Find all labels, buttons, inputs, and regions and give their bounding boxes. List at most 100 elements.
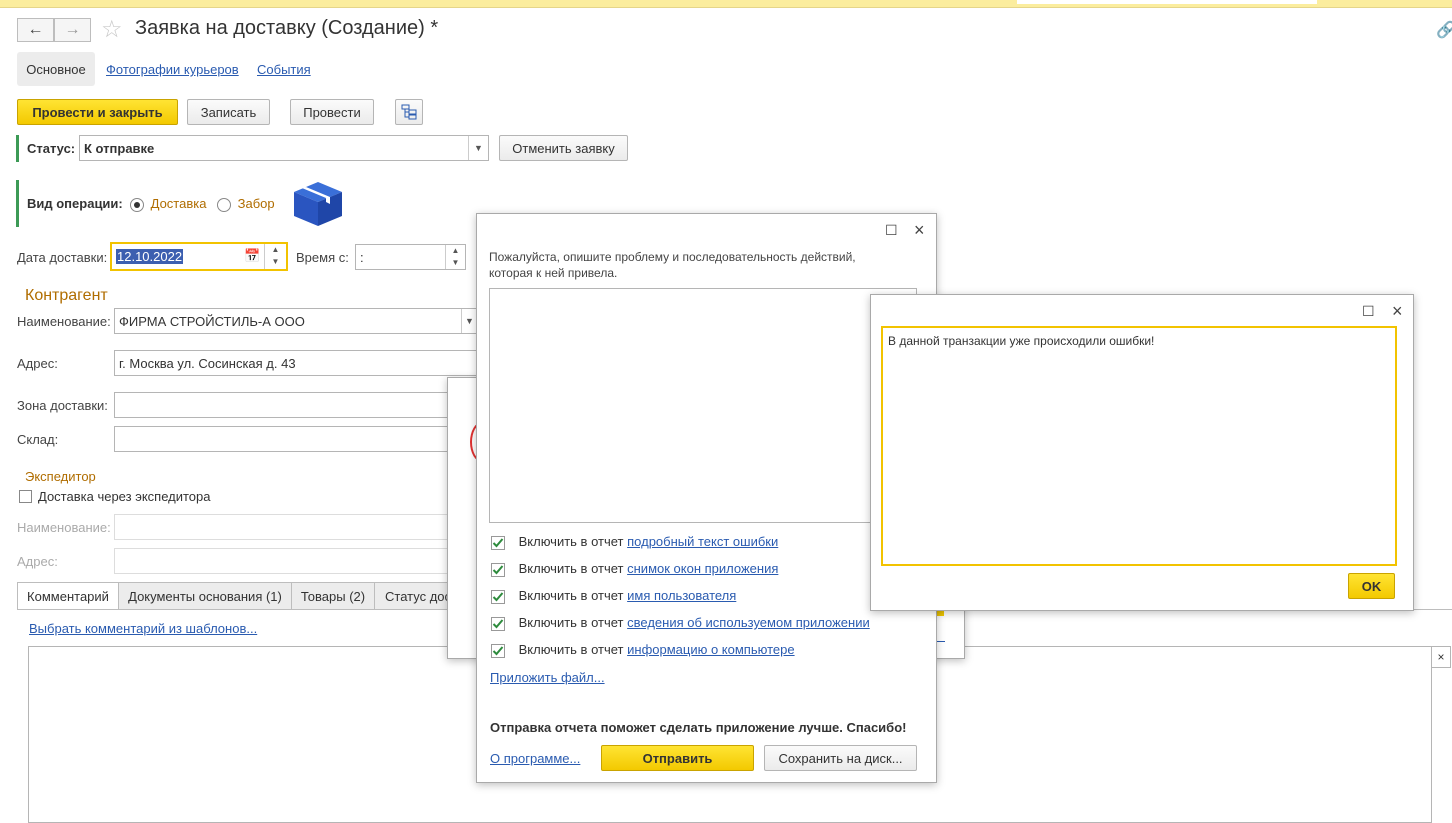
computer-info-link[interactable]: информацию о компьютере xyxy=(627,642,794,657)
time-spinner[interactable]: ▲ ▼ xyxy=(445,245,465,269)
forwarder-section: Экспедитор xyxy=(25,469,96,484)
warehouse-label: Склад: xyxy=(17,432,59,447)
error-text-link[interactable]: подробный текст ошибки xyxy=(627,534,778,549)
include-prefix: Включить в отчет xyxy=(518,534,624,549)
tab-main[interactable]: Основное xyxy=(17,52,95,86)
top-strip xyxy=(0,0,1452,8)
include-screenshot[interactable]: Включить в отчет снимок окон приложения xyxy=(491,561,778,577)
time-from-value: : xyxy=(360,249,364,265)
address-label: Адрес: xyxy=(17,356,58,371)
report-problem-textarea[interactable] xyxy=(489,288,917,523)
calendar-icon[interactable]: 📅 xyxy=(244,248,260,264)
checkmark-icon[interactable] xyxy=(491,616,505,631)
include-prefix: Включить в отчет xyxy=(518,642,624,657)
include-prefix: Включить в отчет xyxy=(518,588,624,603)
error-report-dialog: ☐ × Пожалуйста, опишите проблему и после… xyxy=(476,213,937,783)
arrow-left-icon: ← xyxy=(27,21,44,38)
checkmark-icon[interactable] xyxy=(491,535,505,550)
radio-off-icon[interactable] xyxy=(217,197,231,212)
report-thanks-text: Отправка отчета поможет сделать приложен… xyxy=(490,720,907,735)
time-from-field[interactable]: : ▲ ▼ xyxy=(355,244,466,270)
forwarder-name-label: Наименование: xyxy=(17,520,111,535)
cancel-request-button[interactable]: Отменить заявку xyxy=(499,135,628,161)
attach-file-link[interactable]: Приложить файл... xyxy=(490,670,605,685)
clear-comment-button[interactable]: × xyxy=(1431,646,1451,668)
include-username[interactable]: Включить в отчет имя пользователя xyxy=(491,588,736,604)
address-value: г. Москва ул. Сосинская д. 43 xyxy=(119,355,296,371)
error-message-textarea[interactable]: В данной транзакции уже происходили ошиб… xyxy=(881,326,1397,566)
back-button[interactable]: ← xyxy=(17,18,54,42)
favorite-star-icon[interactable]: ☆ xyxy=(101,15,123,44)
save-button[interactable]: Записать xyxy=(187,99,270,125)
address-field[interactable]: г. Москва ул. Сосинская д. 43 xyxy=(114,350,478,376)
operation-marker xyxy=(16,180,19,227)
include-error-text[interactable]: Включить в отчет подробный текст ошибки xyxy=(491,534,778,550)
save-to-disk-button[interactable]: Сохранить на диск... xyxy=(764,745,917,771)
close-icon: × xyxy=(1437,650,1445,664)
counterparty-section: Контрагент xyxy=(25,287,108,304)
checkmark-icon[interactable] xyxy=(491,589,505,604)
counterparty-name-value: ФИРМА СТРОЙСТИЛЬ-А ООО xyxy=(119,313,305,329)
status-value: К отправке xyxy=(84,140,155,156)
operation-pickup-radio[interactable]: Забор xyxy=(217,196,275,212)
ok-button[interactable]: OK xyxy=(1348,573,1395,599)
tab-comment[interactable]: Комментарий xyxy=(17,582,119,610)
maximize-icon[interactable]: ☐ xyxy=(885,222,898,239)
status-field[interactable]: К отправке ▼ xyxy=(79,135,489,161)
warehouse-field[interactable] xyxy=(114,426,454,452)
post-button[interactable]: Провести xyxy=(290,99,374,125)
zone-field[interactable] xyxy=(114,392,454,418)
forward-button[interactable]: → xyxy=(54,18,91,42)
radio-on-icon[interactable] xyxy=(130,197,144,212)
forwarder-name-field xyxy=(114,514,454,540)
delivery-date-field[interactable]: 12.10.2022 📅 ▲ ▼ xyxy=(110,242,288,271)
structure-icon xyxy=(401,104,417,120)
zone-label: Зона доставки: xyxy=(17,398,108,413)
choose-comment-template-link[interactable]: Выбрать комментарий из шаблонов... xyxy=(29,621,257,636)
forwarder-checkbox[interactable]: Доставка через экспедитора xyxy=(19,489,211,504)
checkmark-icon[interactable] xyxy=(491,643,505,658)
status-label: Статус: xyxy=(27,141,76,156)
tab-courier-photos[interactable]: Фотографии курьеров xyxy=(106,62,239,77)
counterparty-name-field[interactable]: ФИРМА СТРОЙСТИЛЬ-А ООО ▼ xyxy=(114,308,478,334)
operation-pickup-label: Забор xyxy=(237,196,275,211)
screenshot-link[interactable]: снимок окон приложения xyxy=(627,561,778,576)
package-icon xyxy=(294,182,342,226)
report-description: Пожалуйста, опишите проблему и последова… xyxy=(489,250,856,280)
tab-delivery-status[interactable]: Статус дос xyxy=(374,582,454,610)
time-from-label: Время с: xyxy=(296,250,349,265)
include-prefix: Включить в отчет xyxy=(518,561,624,576)
maximize-icon[interactable]: ☐ xyxy=(1362,303,1375,320)
include-computer-info[interactable]: Включить в отчет информацию о компьютере xyxy=(491,642,795,658)
chevron-down-icon[interactable]: ▼ xyxy=(468,136,488,160)
error-message-dialog: ☐ × В данной транзакции уже происходили … xyxy=(870,294,1414,611)
page-title: Заявка на доставку (Создание) * xyxy=(135,17,439,39)
close-icon[interactable]: × xyxy=(914,220,925,241)
checkbox-icon[interactable] xyxy=(19,490,32,503)
app-info-link[interactable]: сведения об используемом приложении xyxy=(627,615,870,630)
operation-delivery-radio[interactable]: Доставка xyxy=(130,196,206,212)
post-and-close-button[interactable]: Провести и закрыть xyxy=(17,99,178,125)
include-prefix: Включить в отчет xyxy=(518,615,624,630)
operation-delivery-label: Доставка xyxy=(150,196,207,211)
forwarder-address-field xyxy=(114,548,454,574)
delivery-date-value: 12.10.2022 xyxy=(116,249,184,264)
forwarder-checkbox-label: Доставка через экспедитора xyxy=(38,489,211,504)
tab-base-documents[interactable]: Документы основания (1) xyxy=(118,582,292,610)
include-app-info[interactable]: Включить в отчет сведения об используемо… xyxy=(491,615,870,631)
close-icon[interactable]: × xyxy=(1392,301,1403,322)
tab-events[interactable]: События xyxy=(257,62,311,77)
send-report-button[interactable]: Отправить xyxy=(601,745,754,771)
structure-button[interactable] xyxy=(395,99,423,125)
status-marker xyxy=(16,135,19,162)
error-message-text: В данной транзакции уже происходили ошиб… xyxy=(888,334,1155,348)
link-icon[interactable]: 🔗 xyxy=(1436,20,1452,40)
forwarder-address-label: Адрес: xyxy=(17,554,58,569)
username-link[interactable]: имя пользователя xyxy=(627,588,736,603)
date-spinner[interactable]: ▲ ▼ xyxy=(264,244,286,269)
chevron-down-icon[interactable]: ▼ xyxy=(461,309,477,333)
counterparty-name-label: Наименование: xyxy=(17,314,111,329)
about-program-link[interactable]: О программе... xyxy=(490,751,580,766)
tab-goods[interactable]: Товары (2) xyxy=(291,582,375,610)
checkmark-icon[interactable] xyxy=(491,562,505,577)
